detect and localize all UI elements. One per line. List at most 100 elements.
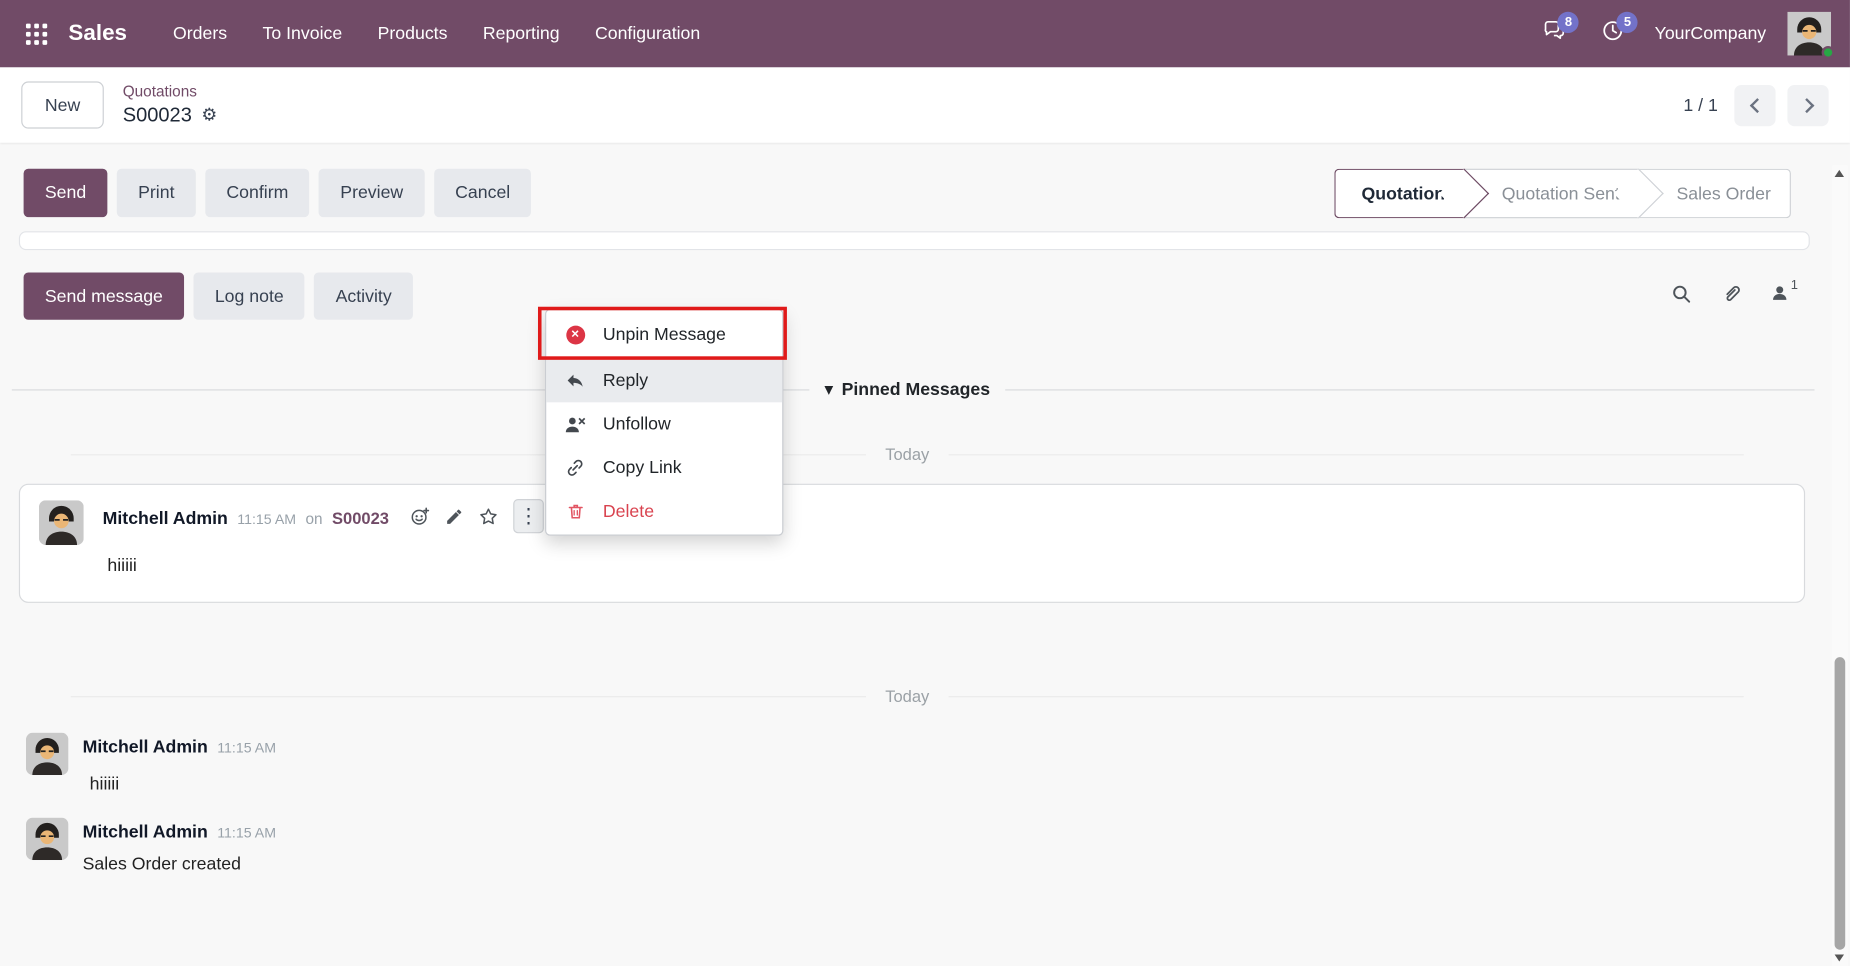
pinned-messages-header: Pinned Messages xyxy=(0,376,1815,402)
message-body: Sales Order created xyxy=(83,854,241,874)
message-time: 11:15 AM xyxy=(217,740,276,757)
message-author: Mitchell Admin xyxy=(83,822,208,842)
menu-item-reply[interactable]: Reply xyxy=(546,359,782,403)
menu-item-label: Unfollow xyxy=(603,414,671,434)
message-actions xyxy=(409,499,543,533)
menu-item-unpin-message[interactable]: Unpin Message xyxy=(546,310,782,358)
menu-products[interactable]: Products xyxy=(362,14,463,53)
message-body: hiiiii xyxy=(90,774,120,794)
search-messages-button[interactable] xyxy=(1670,283,1691,304)
unpin-icon xyxy=(564,325,586,344)
form-view: Send Print Confirm Preview Cancel Quotat… xyxy=(0,143,1850,966)
message-author: Mitchell Admin xyxy=(83,737,208,757)
app-brand[interactable]: Sales xyxy=(68,21,127,47)
menu-configuration[interactable]: Configuration xyxy=(580,14,716,53)
message-author: Mitchell Admin xyxy=(103,508,228,528)
pager-previous-button[interactable] xyxy=(1734,84,1775,125)
activities-button[interactable]: 5 xyxy=(1589,12,1639,54)
new-button[interactable]: New xyxy=(21,81,104,128)
stage-quotation-sent[interactable]: Quotation Sent xyxy=(1464,169,1639,219)
message-time: 11:15 AM xyxy=(217,825,276,842)
followers-icon xyxy=(1770,283,1790,303)
menu-reporting[interactable]: Reporting xyxy=(467,14,574,53)
kebab-menu-button[interactable] xyxy=(513,499,544,533)
menu-item-label: Unpin Message xyxy=(603,324,726,344)
attachments-button[interactable] xyxy=(1720,283,1741,304)
menu-to-invoice[interactable]: To Invoice xyxy=(247,14,357,53)
search-icon xyxy=(1670,283,1691,304)
message-time: 11:15 AM xyxy=(237,511,296,528)
edit-message-button[interactable] xyxy=(445,507,464,526)
log-note-button[interactable]: Log note xyxy=(194,273,305,320)
menu-item-label: Delete xyxy=(603,501,654,521)
message-header: Mitchell Admin 11:15 AM xyxy=(83,737,276,757)
pager-counter: 1 / 1 xyxy=(1683,95,1717,115)
gear-icon[interactable] xyxy=(201,104,217,126)
followers-count: 1 xyxy=(1791,278,1798,298)
message-context-menu: Unpin Message Reply Unfo xyxy=(545,309,783,536)
scroll-down-icon[interactable] xyxy=(1835,954,1844,961)
odoo-sales-window: Sales Orders To Invoice Products Reporti… xyxy=(0,0,1850,966)
link-icon xyxy=(564,458,586,478)
message-avatar xyxy=(39,500,84,545)
breadcrumb-quotations[interactable]: Quotations xyxy=(123,83,217,102)
reply-icon xyxy=(564,370,586,390)
add-reaction-button[interactable] xyxy=(409,506,430,527)
menu-item-copy-link[interactable]: Copy Link xyxy=(546,446,782,490)
statusbar: Quotation Quotation Sent Sales Order xyxy=(1334,169,1791,219)
message-avatar xyxy=(26,733,68,775)
print-button[interactable]: Print xyxy=(117,169,196,217)
trash-icon xyxy=(564,501,586,521)
emoji-add-icon xyxy=(409,506,430,527)
company-switcher[interactable]: YourCompany xyxy=(1655,24,1767,44)
day-divider-thread: Today xyxy=(71,684,1744,708)
menu-orders[interactable]: Orders xyxy=(158,14,243,53)
send-button[interactable]: Send xyxy=(24,169,108,217)
star-icon xyxy=(478,506,499,527)
form-sheet-edge xyxy=(19,231,1810,250)
menu-item-label: Reply xyxy=(603,370,648,390)
send-message-button[interactable]: Send message xyxy=(24,273,185,320)
message-header: Mitchell Admin 11:15 AM on S00023 xyxy=(103,508,389,528)
chevron-left-icon xyxy=(1749,97,1764,112)
control-panel: New Quotations S00023 1 / 1 xyxy=(0,67,1850,143)
activities-badge: 5 xyxy=(1617,11,1638,32)
scroll-up-icon[interactable] xyxy=(1835,170,1844,177)
activity-button[interactable]: Activity xyxy=(314,273,413,320)
form-action-buttons: Send Print Confirm Preview Cancel xyxy=(24,169,532,217)
chatter-tools: 1 xyxy=(1670,283,1798,304)
preview-button[interactable]: Preview xyxy=(319,169,424,217)
day-divider-pinned: Today xyxy=(71,442,1744,466)
chatter-buttons: Send message Log note Activity xyxy=(24,273,413,320)
stage-quotation[interactable]: Quotation xyxy=(1334,169,1464,219)
cancel-button[interactable]: Cancel xyxy=(434,169,532,217)
pinned-messages-toggle[interactable]: Pinned Messages xyxy=(809,376,1005,402)
main-menus: Orders To Invoice Products Reporting Con… xyxy=(158,14,716,53)
pinned-message-card: Mitchell Admin 11:15 AM on S00023 xyxy=(19,484,1805,603)
menu-item-unfollow[interactable]: Unfollow xyxy=(546,402,782,446)
vertical-scrollbar[interactable] xyxy=(1832,165,1847,966)
menu-item-delete[interactable]: Delete xyxy=(546,490,782,534)
confirm-button[interactable]: Confirm xyxy=(205,169,309,217)
message-record-link[interactable]: S00023 xyxy=(332,508,389,527)
apps-menu-icon[interactable] xyxy=(19,16,54,51)
top-navbar: Sales Orders To Invoice Products Reporti… xyxy=(0,0,1850,67)
scrollbar-thumb[interactable] xyxy=(1835,657,1846,950)
breadcrumb: Quotations S00023 xyxy=(123,83,217,127)
message-header: Mitchell Admin 11:15 AM xyxy=(83,822,276,842)
online-status-dot xyxy=(1822,46,1835,59)
message-body: hiiiii xyxy=(107,556,137,576)
messages-badge: 8 xyxy=(1558,11,1579,32)
chevron-right-icon xyxy=(1799,97,1814,112)
pager: 1 / 1 xyxy=(1683,84,1828,125)
star-message-button[interactable] xyxy=(478,506,499,527)
edit-pencil-icon xyxy=(445,507,464,526)
menu-item-label: Copy Link xyxy=(603,458,682,478)
followers-button[interactable]: 1 xyxy=(1770,283,1798,303)
messages-button[interactable]: 8 xyxy=(1530,12,1580,54)
navbar-systray: 8 5 YourCompany xyxy=(1530,12,1831,56)
unfollow-icon xyxy=(564,415,586,434)
user-avatar[interactable] xyxy=(1787,12,1831,56)
pager-next-button[interactable] xyxy=(1787,84,1828,125)
paperclip-icon xyxy=(1720,283,1741,304)
